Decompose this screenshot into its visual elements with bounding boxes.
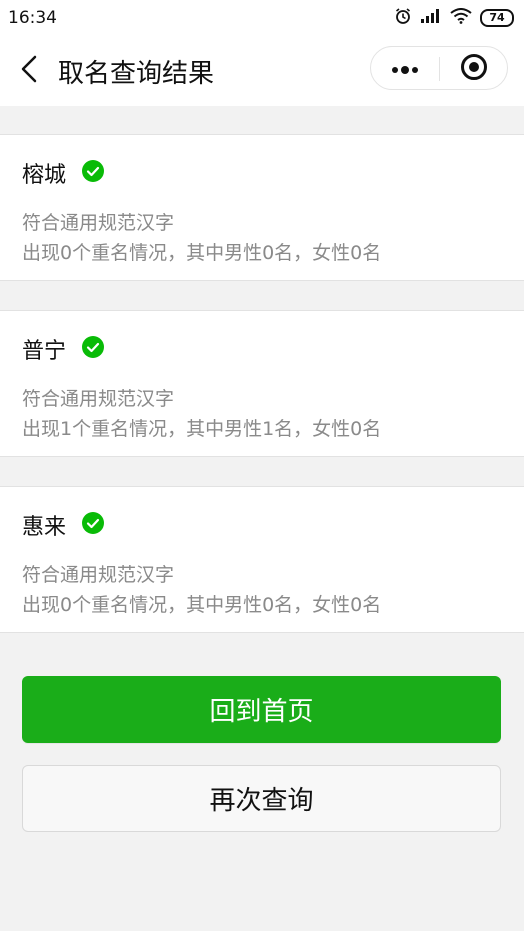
result-name: 惠来 xyxy=(22,515,67,540)
result-card: 普宁 符合通用规范汉字 出现1个重名情况，其中男性1名，女性0名 xyxy=(0,310,524,457)
battery-icon: 74 xyxy=(480,9,514,27)
duplicate-count-text: 出现1个重名情况，其中男性1名，女性0名 xyxy=(22,418,382,440)
status-bar: 16:34 74 xyxy=(0,0,524,36)
more-button[interactable] xyxy=(371,47,439,91)
mini-program-capsule xyxy=(370,46,508,90)
nav-bar: 取名查询结果 xyxy=(0,36,524,106)
duplicate-count-text: 出现0个重名情况，其中男性0名，女性0名 xyxy=(22,242,382,264)
close-mini-program-button[interactable] xyxy=(440,47,508,91)
alarm-icon xyxy=(394,7,412,29)
signal-icon xyxy=(420,8,442,28)
back-button[interactable] xyxy=(14,54,44,88)
requery-button[interactable]: 再次查询 xyxy=(22,765,501,832)
result-name: 榕城 xyxy=(22,163,67,188)
check-circle-icon xyxy=(82,512,104,534)
result-card: 惠来 符合通用规范汉字 出现0个重名情况，其中男性0名，女性0名 xyxy=(0,486,524,633)
status-time: 16:34 xyxy=(8,8,57,28)
result-card: 榕城 符合通用规范汉字 出现0个重名情况，其中男性0名，女性0名 xyxy=(0,134,524,281)
home-button[interactable]: 回到首页 xyxy=(22,676,501,743)
standard-status-text: 符合通用规范汉字 xyxy=(22,388,175,410)
result-name: 普宁 xyxy=(22,339,67,364)
close-mini-program-icon xyxy=(460,53,488,85)
duplicate-count-text: 出现0个重名情况，其中男性0名，女性0名 xyxy=(22,594,382,616)
wifi-icon xyxy=(450,8,472,28)
page-title: 取名查询结果 xyxy=(58,59,215,89)
check-circle-icon xyxy=(82,160,104,182)
check-circle-icon xyxy=(82,336,104,358)
back-icon xyxy=(21,55,37,87)
status-icons: 74 xyxy=(394,8,514,28)
standard-status-text: 符合通用规范汉字 xyxy=(22,212,175,234)
more-icon xyxy=(390,60,420,79)
standard-status-text: 符合通用规范汉字 xyxy=(22,564,175,586)
